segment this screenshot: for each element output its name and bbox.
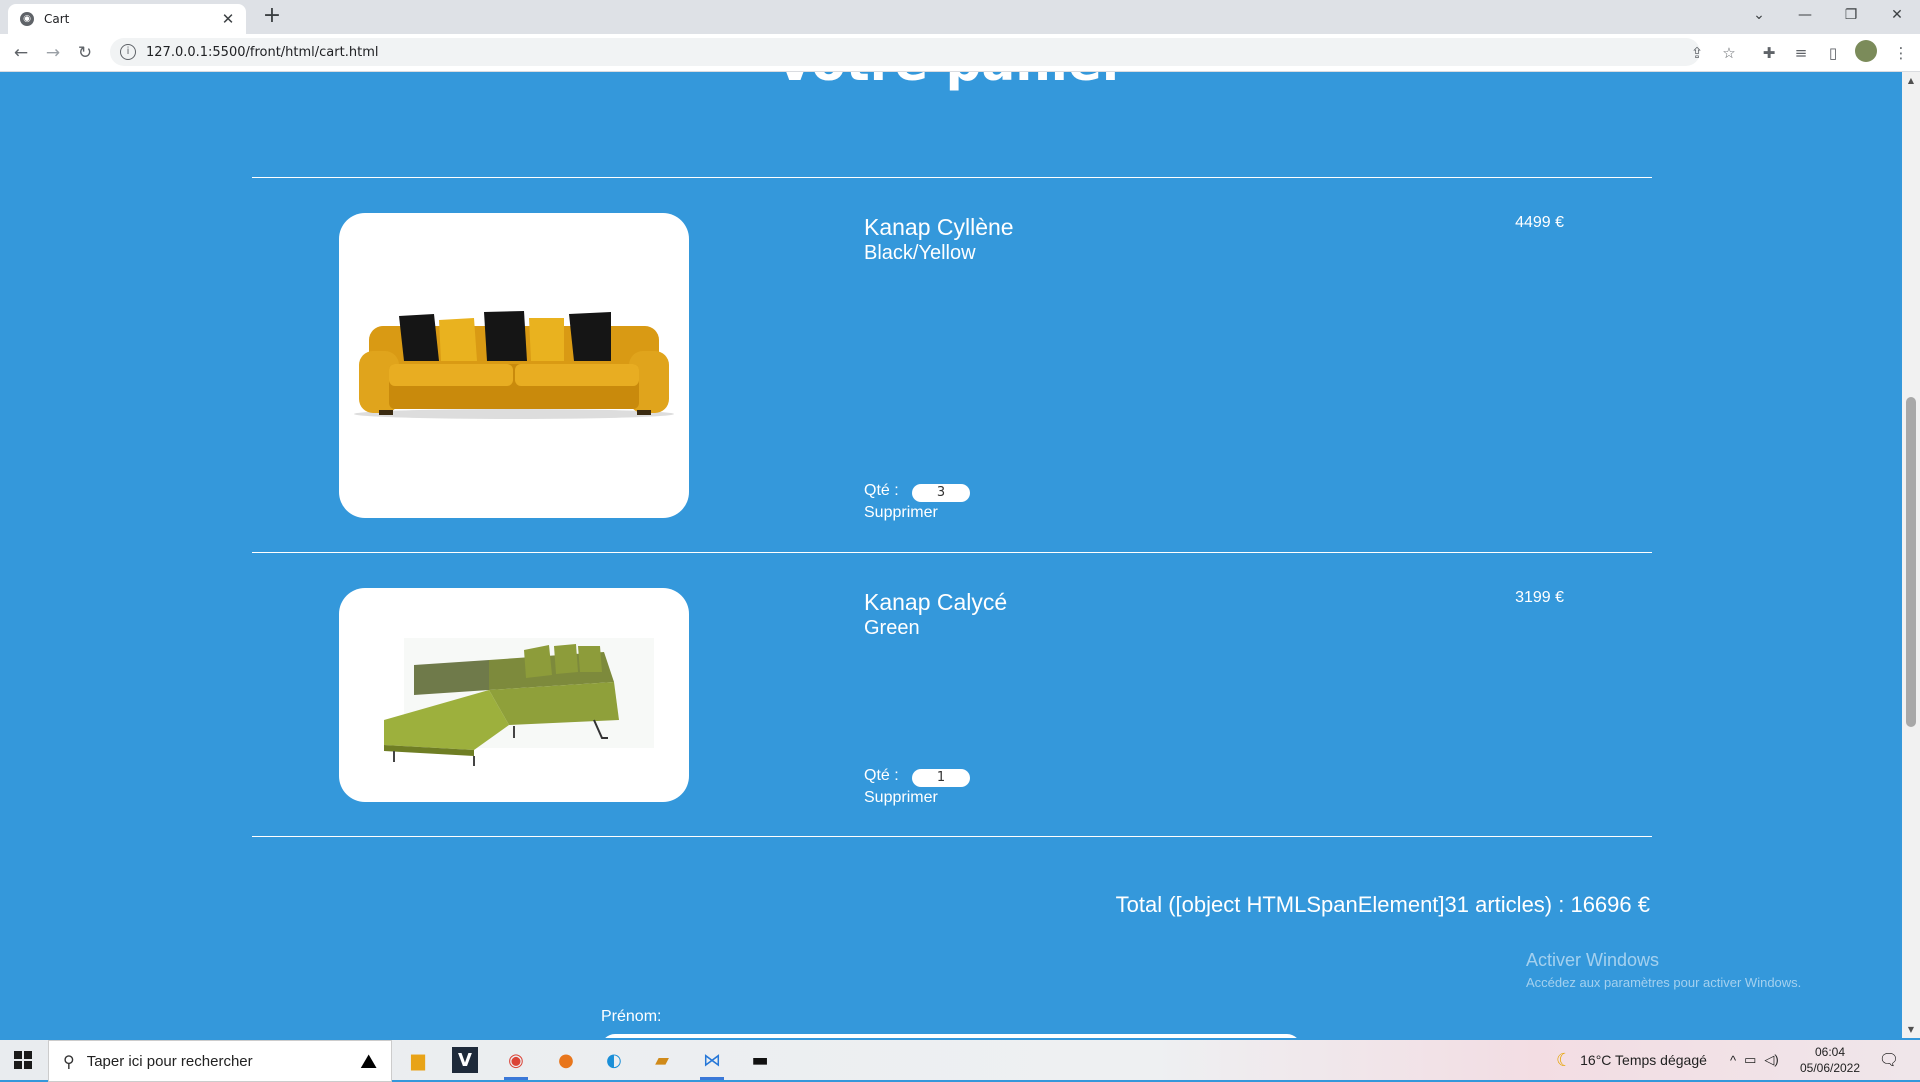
product-color: Black/Yellow: [864, 242, 976, 264]
app-icon[interactable]: ▰: [646, 1044, 678, 1076]
cart-total: Total ([object HTMLSpanElement]31 articl…: [1115, 892, 1650, 917]
system-tray[interactable]: ^ ▭ ◁): [1730, 1040, 1779, 1080]
extensions-icon[interactable]: ✚: [1758, 42, 1780, 64]
windows-logo-icon: [14, 1051, 32, 1069]
windows-taskbar: ⚲ Taper ici pour rechercher ⛰ ▆ V ◉ ● ◐ …: [0, 1040, 1920, 1082]
start-button[interactable]: [0, 1040, 46, 1080]
page-scrollbar[interactable]: ▲ ▼: [1902, 72, 1920, 1038]
first-name-label: Prénom:: [601, 1008, 662, 1025]
clock-date: 05/06/2022: [1799, 1061, 1861, 1075]
browser-toolbar: ← → ↻ i 127.0.0.1:5500/front/html/cart.h…: [0, 34, 1920, 72]
taskbar-search[interactable]: ⚲ Taper ici pour rechercher ⛰: [48, 1040, 392, 1082]
close-window-button[interactable]: ✕: [1874, 0, 1920, 30]
cart-item: Kanap Calycé Green 3199 € Qté : 1 Suppri…: [252, 553, 1652, 836]
tray-chevron-icon[interactable]: ^: [1730, 1053, 1736, 1068]
url-text: 127.0.0.1:5500/front/html/cart.html: [146, 44, 379, 60]
file-explorer-icon[interactable]: ▆: [402, 1044, 434, 1076]
quantity-label: Qté :: [864, 482, 899, 499]
notification-icon[interactable]: 🗨: [1878, 1050, 1900, 1070]
search-highlight-icon: ⛰: [360, 1049, 377, 1073]
share-icon[interactable]: ⇪: [1686, 42, 1708, 64]
product-image: [339, 588, 689, 802]
tab-strip: ◉ Cart ✕ + ⌄ — ❐ ✕: [0, 0, 1920, 34]
clock-time: 06:04: [1814, 1045, 1846, 1059]
volume-icon[interactable]: ◁): [1764, 1052, 1778, 1068]
product-price: 4499 €: [1515, 214, 1564, 231]
menu-icon[interactable]: ⋮: [1890, 42, 1912, 64]
scroll-up-icon[interactable]: ▲: [1902, 76, 1920, 85]
tab-title: Cart: [44, 12, 70, 26]
scroll-down-icon[interactable]: ▼: [1902, 1025, 1920, 1034]
network-icon[interactable]: ▭: [1744, 1052, 1756, 1068]
bookmark-star-icon[interactable]: ☆: [1718, 42, 1740, 64]
product-price: 3199 €: [1515, 589, 1564, 606]
delete-item-button[interactable]: Supprimer: [864, 504, 938, 522]
tab-search-icon[interactable]: ⌄: [1736, 0, 1782, 30]
cart-item: Kanap Cyllène Black/Yellow 4499 € Qté : …: [252, 178, 1652, 553]
info-icon[interactable]: i: [120, 44, 136, 60]
close-tab-icon[interactable]: ✕: [218, 10, 238, 28]
profile-avatar[interactable]: [1855, 40, 1877, 62]
moon-weather-icon: ☾: [1556, 1049, 1573, 1070]
address-bar[interactable]: i 127.0.0.1:5500/front/html/cart.html: [110, 38, 1700, 66]
side-panel-icon[interactable]: ▯: [1822, 42, 1844, 64]
fl-studio-icon[interactable]: ●: [550, 1044, 582, 1076]
divider: [252, 836, 1652, 837]
back-icon[interactable]: ←: [9, 41, 33, 65]
chrome-icon[interactable]: ◉: [500, 1044, 532, 1080]
media-icon[interactable]: ≡: [1790, 42, 1812, 64]
delete-item-button[interactable]: Supprimer: [864, 789, 938, 807]
yellow-sofa-image: [354, 310, 674, 419]
page-title: Votre panier: [0, 72, 1902, 92]
product-name: Kanap Calycé: [864, 589, 1008, 615]
restore-button[interactable]: ❐: [1828, 0, 1874, 30]
search-placeholder: Taper ici pour rechercher: [86, 1052, 253, 1070]
search-icon: ⚲: [63, 1051, 75, 1071]
forward-icon[interactable]: →: [41, 41, 65, 65]
edge-icon[interactable]: ◐: [598, 1044, 630, 1076]
terminal-icon[interactable]: ▬: [744, 1044, 776, 1076]
windows-activation-watermark: Activer Windows Accédez aux paramètres p…: [1526, 950, 1801, 990]
watermark-title: Activer Windows: [1526, 950, 1660, 970]
new-tab-button[interactable]: +: [260, 5, 284, 29]
green-sofa-image: [384, 638, 654, 766]
minimize-button[interactable]: —: [1782, 0, 1828, 30]
product-color: Green: [864, 617, 920, 639]
vscode-icon[interactable]: ⋈: [696, 1044, 728, 1080]
v-app-icon[interactable]: V: [452, 1047, 478, 1073]
quantity-label: Qté :: [864, 767, 899, 784]
weather-widget[interactable]: ☾ 16°C Temps dégagé: [1556, 1040, 1707, 1080]
page-content: Votre panier Kanap Cyllène Blac: [0, 72, 1902, 1038]
reload-icon[interactable]: ↻: [73, 41, 97, 65]
product-name: Kanap Cyllène: [864, 214, 1014, 240]
browser-tab[interactable]: ◉ Cart ✕: [8, 4, 246, 34]
watermark-subtitle: Accédez aux paramètres pour activer Wind…: [1526, 975, 1802, 990]
clock[interactable]: 06:04 05/06/2022: [1790, 1044, 1870, 1076]
globe-icon: ◉: [20, 12, 34, 26]
quantity-input[interactable]: 1: [912, 769, 970, 787]
first-name-input[interactable]: [601, 1034, 1301, 1038]
scrollbar-thumb[interactable]: [1906, 397, 1916, 727]
product-image: [339, 213, 689, 518]
quantity-input[interactable]: 3: [912, 484, 970, 502]
weather-text: 16°C Temps dégagé: [1580, 1052, 1707, 1068]
